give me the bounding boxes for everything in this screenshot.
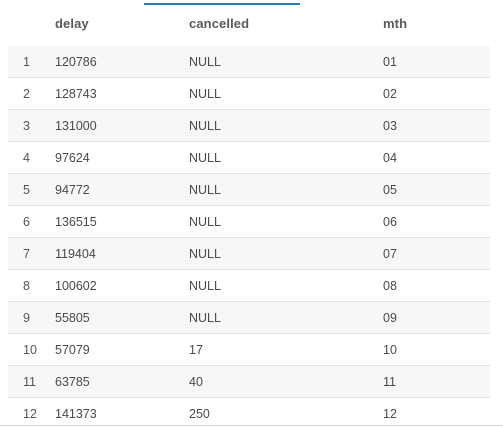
cell-delay: 63785 bbox=[55, 375, 90, 389]
table-row[interactable]: 10 57079 17 10 bbox=[8, 334, 490, 366]
cell-mth: 01 bbox=[383, 55, 397, 69]
cell-cancelled: NULL bbox=[189, 55, 221, 69]
active-column-indicator bbox=[144, 3, 300, 5]
cell-cancelled: NULL bbox=[189, 87, 221, 101]
row-index: 3 bbox=[23, 119, 30, 133]
cell-cancelled: 40 bbox=[189, 375, 203, 389]
vertical-scrollbar[interactable] bbox=[497, 46, 503, 425]
table-row[interactable]: 5 94772 NULL 05 bbox=[8, 174, 490, 206]
cell-delay: 55805 bbox=[55, 311, 90, 325]
cell-cancelled: NULL bbox=[189, 215, 221, 229]
cell-delay: 141373 bbox=[55, 407, 97, 421]
row-index: 5 bbox=[23, 183, 30, 197]
table-row[interactable]: 11 63785 40 11 bbox=[8, 366, 490, 398]
cell-mth: 11 bbox=[383, 375, 396, 389]
cell-cancelled: NULL bbox=[189, 247, 221, 261]
cell-mth: 10 bbox=[383, 343, 397, 357]
cell-mth: 12 bbox=[383, 407, 397, 421]
cell-delay: 136515 bbox=[55, 215, 97, 229]
cell-mth: 07 bbox=[383, 247, 397, 261]
cell-cancelled: NULL bbox=[189, 151, 221, 165]
cell-mth: 04 bbox=[383, 151, 397, 165]
cell-mth: 09 bbox=[383, 311, 397, 325]
table-row[interactable]: 6 136515 NULL 06 bbox=[8, 206, 490, 238]
cell-delay: 120786 bbox=[55, 55, 97, 69]
cell-delay: 97624 bbox=[55, 151, 90, 165]
row-index: 8 bbox=[23, 279, 30, 293]
table-row[interactable]: 1 120786 NULL 01 bbox=[8, 46, 490, 78]
cell-cancelled: 250 bbox=[189, 407, 210, 421]
cell-delay: 94772 bbox=[55, 183, 90, 197]
row-index: 10 bbox=[23, 343, 37, 357]
row-index: 4 bbox=[23, 151, 30, 165]
cell-mth: 08 bbox=[383, 279, 397, 293]
column-header-delay[interactable]: delay bbox=[55, 16, 89, 31]
cell-mth: 03 bbox=[383, 119, 397, 133]
table-body: 1 120786 NULL 01 2 128743 NULL 02 3 131000 NULL 03 4… bbox=[8, 46, 490, 428]
cell-mth: 02 bbox=[383, 87, 397, 101]
cell-delay: 57079 bbox=[55, 343, 90, 357]
row-index: 1 bbox=[23, 55, 30, 69]
table-row[interactable]: 12 141373 250 12 bbox=[8, 398, 490, 428]
cell-delay: 119404 bbox=[55, 247, 96, 261]
cell-cancelled: NULL bbox=[189, 119, 221, 133]
table-row[interactable]: 7 119404 NULL 07 bbox=[8, 238, 490, 270]
table-row[interactable]: 8 100602 NULL 08 bbox=[8, 270, 490, 302]
cell-delay: 100602 bbox=[55, 279, 97, 293]
row-index: 7 bbox=[23, 247, 30, 261]
cell-cancelled: NULL bbox=[189, 279, 221, 293]
row-index: 6 bbox=[23, 215, 30, 229]
row-index: 11 bbox=[23, 375, 36, 389]
table-header: delay cancelled mth bbox=[0, 0, 503, 46]
table-row[interactable]: 9 55805 NULL 09 bbox=[8, 302, 490, 334]
cell-delay: 128743 bbox=[55, 87, 97, 101]
cell-mth: 06 bbox=[383, 215, 397, 229]
results-grid: delay cancelled mth 1 120786 NULL 01 2 128743… bbox=[0, 0, 503, 428]
cell-delay: 131000 bbox=[55, 119, 97, 133]
column-header-cancelled[interactable]: cancelled bbox=[189, 16, 249, 31]
cell-cancelled: 17 bbox=[189, 343, 203, 357]
row-index: 12 bbox=[23, 407, 37, 421]
cell-cancelled: NULL bbox=[189, 183, 221, 197]
cell-cancelled: NULL bbox=[189, 311, 221, 325]
table-row[interactable]: 4 97624 NULL 04 bbox=[8, 142, 490, 174]
table-row[interactable]: 2 128743 NULL 02 bbox=[8, 78, 490, 110]
cell-mth: 05 bbox=[383, 183, 397, 197]
row-index: 9 bbox=[23, 311, 30, 325]
column-header-mth[interactable]: mth bbox=[383, 16, 407, 31]
table-row[interactable]: 3 131000 NULL 03 bbox=[8, 110, 490, 142]
row-index: 2 bbox=[23, 87, 30, 101]
